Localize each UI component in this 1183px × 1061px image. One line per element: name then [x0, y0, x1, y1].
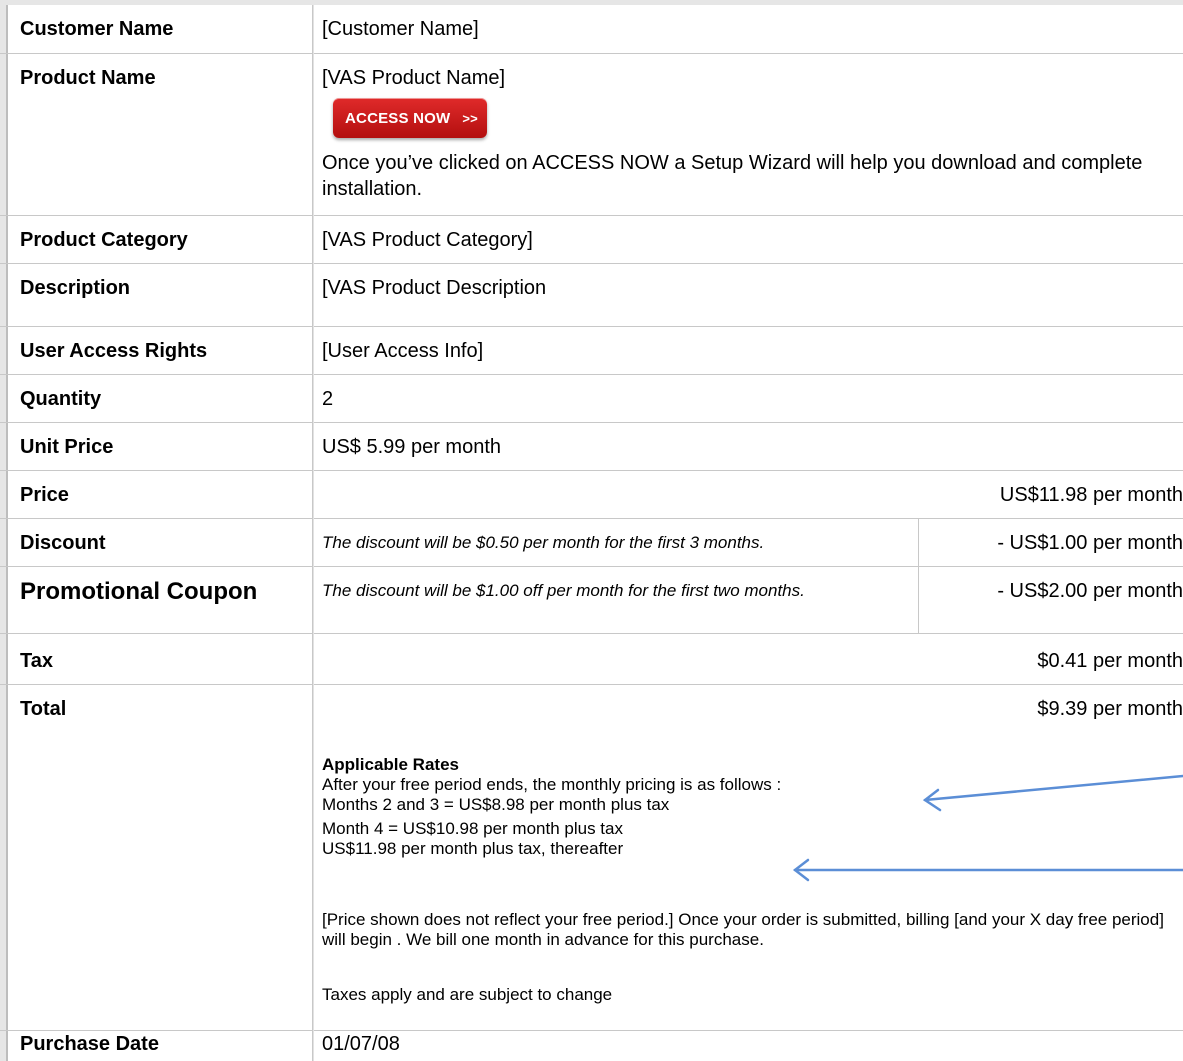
arrow-icon	[922, 774, 1183, 812]
purchase-date-value: 01/07/08	[322, 1033, 400, 1055]
order-summary-table: Customer Name [Customer Name] Product Na…	[0, 0, 1183, 1061]
purchase-date-label: Purchase Date	[20, 1033, 159, 1055]
arrow-icon	[792, 858, 1183, 882]
annotation-arrows	[792, 774, 1183, 882]
